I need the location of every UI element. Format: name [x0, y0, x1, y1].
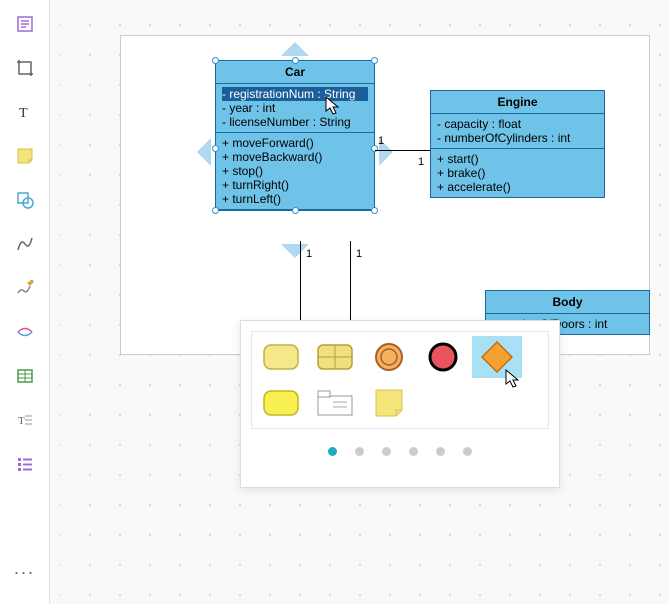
class-title: Engine — [431, 91, 604, 114]
resize-handle[interactable] — [292, 57, 299, 64]
svg-text:T: T — [18, 415, 25, 427]
connect-hint-bottom[interactable] — [281, 244, 309, 258]
shape-palette-popup — [240, 320, 560, 488]
tool-note[interactable] — [9, 140, 41, 172]
palette-page-dot[interactable] — [328, 447, 337, 456]
class-title: Body — [486, 291, 649, 314]
svg-text:T: T — [19, 106, 28, 121]
multiplicity: 1 — [378, 135, 384, 147]
connect-hint-top[interactable] — [281, 42, 309, 56]
palette-grid-rect[interactable] — [310, 336, 360, 378]
palette-note-shape[interactable] — [364, 382, 414, 424]
attribute-selected[interactable]: - registrationNum : String — [222, 87, 368, 101]
attribute[interactable]: - numberOfCylinders : int — [437, 131, 598, 145]
multiplicity: 1 — [418, 156, 424, 168]
class-methods: + moveForward() + moveBackward() + stop(… — [216, 133, 374, 210]
resize-handle[interactable] — [212, 207, 219, 214]
tool-list[interactable] — [9, 448, 41, 480]
method[interactable]: + accelerate() — [437, 180, 598, 194]
tool-path[interactable] — [9, 316, 41, 348]
class-attributes: - registrationNum : String - year : int … — [216, 84, 374, 133]
method[interactable]: + turnRight() — [222, 178, 368, 192]
multiplicity: 1 — [356, 248, 362, 260]
diagram-canvas[interactable]: Car - registrationNum : String - year : … — [60, 0, 669, 604]
palette-pagination — [251, 447, 549, 456]
method[interactable]: + turnLeft() — [222, 192, 368, 206]
method[interactable]: + moveForward() — [222, 136, 368, 150]
tool-text-style[interactable]: T — [9, 404, 41, 436]
tool-more[interactable]: ... — [9, 552, 41, 584]
connector-car-engine[interactable] — [375, 150, 430, 151]
palette-page-dot[interactable] — [463, 447, 472, 456]
class-attributes: - capacity : float - numberOfCylinders :… — [431, 114, 604, 149]
tool-sidebar: T T ... — [0, 0, 50, 604]
resize-handle[interactable] — [212, 145, 219, 152]
tool-freehand[interactable] — [9, 272, 41, 304]
palette-page-dot[interactable] — [409, 447, 418, 456]
attribute[interactable]: - capacity : float — [437, 117, 598, 131]
palette-page-dot[interactable] — [436, 447, 445, 456]
palette-orange-diamond[interactable] — [472, 336, 522, 378]
connect-hint-left[interactable] — [197, 138, 211, 166]
tool-text[interactable]: T — [9, 96, 41, 128]
connector-car-down-1[interactable] — [300, 241, 301, 321]
multiplicity: 1 — [306, 248, 312, 260]
uml-class-car[interactable]: Car - registrationNum : String - year : … — [215, 60, 375, 211]
connector-car-down-2[interactable] — [350, 241, 351, 321]
tool-text-block[interactable] — [9, 8, 41, 40]
palette-page-dot[interactable] — [355, 447, 364, 456]
attribute[interactable]: - licenseNumber : String — [222, 115, 368, 129]
palette-rounded-rect-yellow[interactable] — [256, 336, 306, 378]
method[interactable]: + moveBackward() — [222, 150, 368, 164]
more-icon: ... — [14, 558, 35, 579]
palette-rounded-rect-bright[interactable] — [256, 382, 306, 424]
class-methods: + start() + brake() + accelerate() — [431, 149, 604, 197]
method[interactable]: + brake() — [437, 166, 598, 180]
tool-crop[interactable] — [9, 52, 41, 84]
tool-table[interactable] — [9, 360, 41, 392]
palette-page-dot[interactable] — [382, 447, 391, 456]
resize-handle[interactable] — [371, 57, 378, 64]
method[interactable]: + stop() — [222, 164, 368, 178]
uml-class-engine[interactable]: Engine - capacity : float - numberOfCyli… — [430, 90, 605, 198]
palette-red-circle[interactable] — [418, 336, 468, 378]
method[interactable]: + start() — [437, 152, 598, 166]
tool-curve[interactable] — [9, 228, 41, 260]
resize-handle[interactable] — [371, 207, 378, 214]
attribute[interactable]: - year : int — [222, 101, 368, 115]
palette-tab-rect[interactable] — [310, 382, 360, 424]
palette-orange-ring[interactable] — [364, 336, 414, 378]
tool-shape[interactable] — [9, 184, 41, 216]
resize-handle[interactable] — [292, 207, 299, 214]
class-title: Car — [216, 61, 374, 84]
resize-handle[interactable] — [212, 57, 219, 64]
palette-grid — [251, 331, 549, 429]
